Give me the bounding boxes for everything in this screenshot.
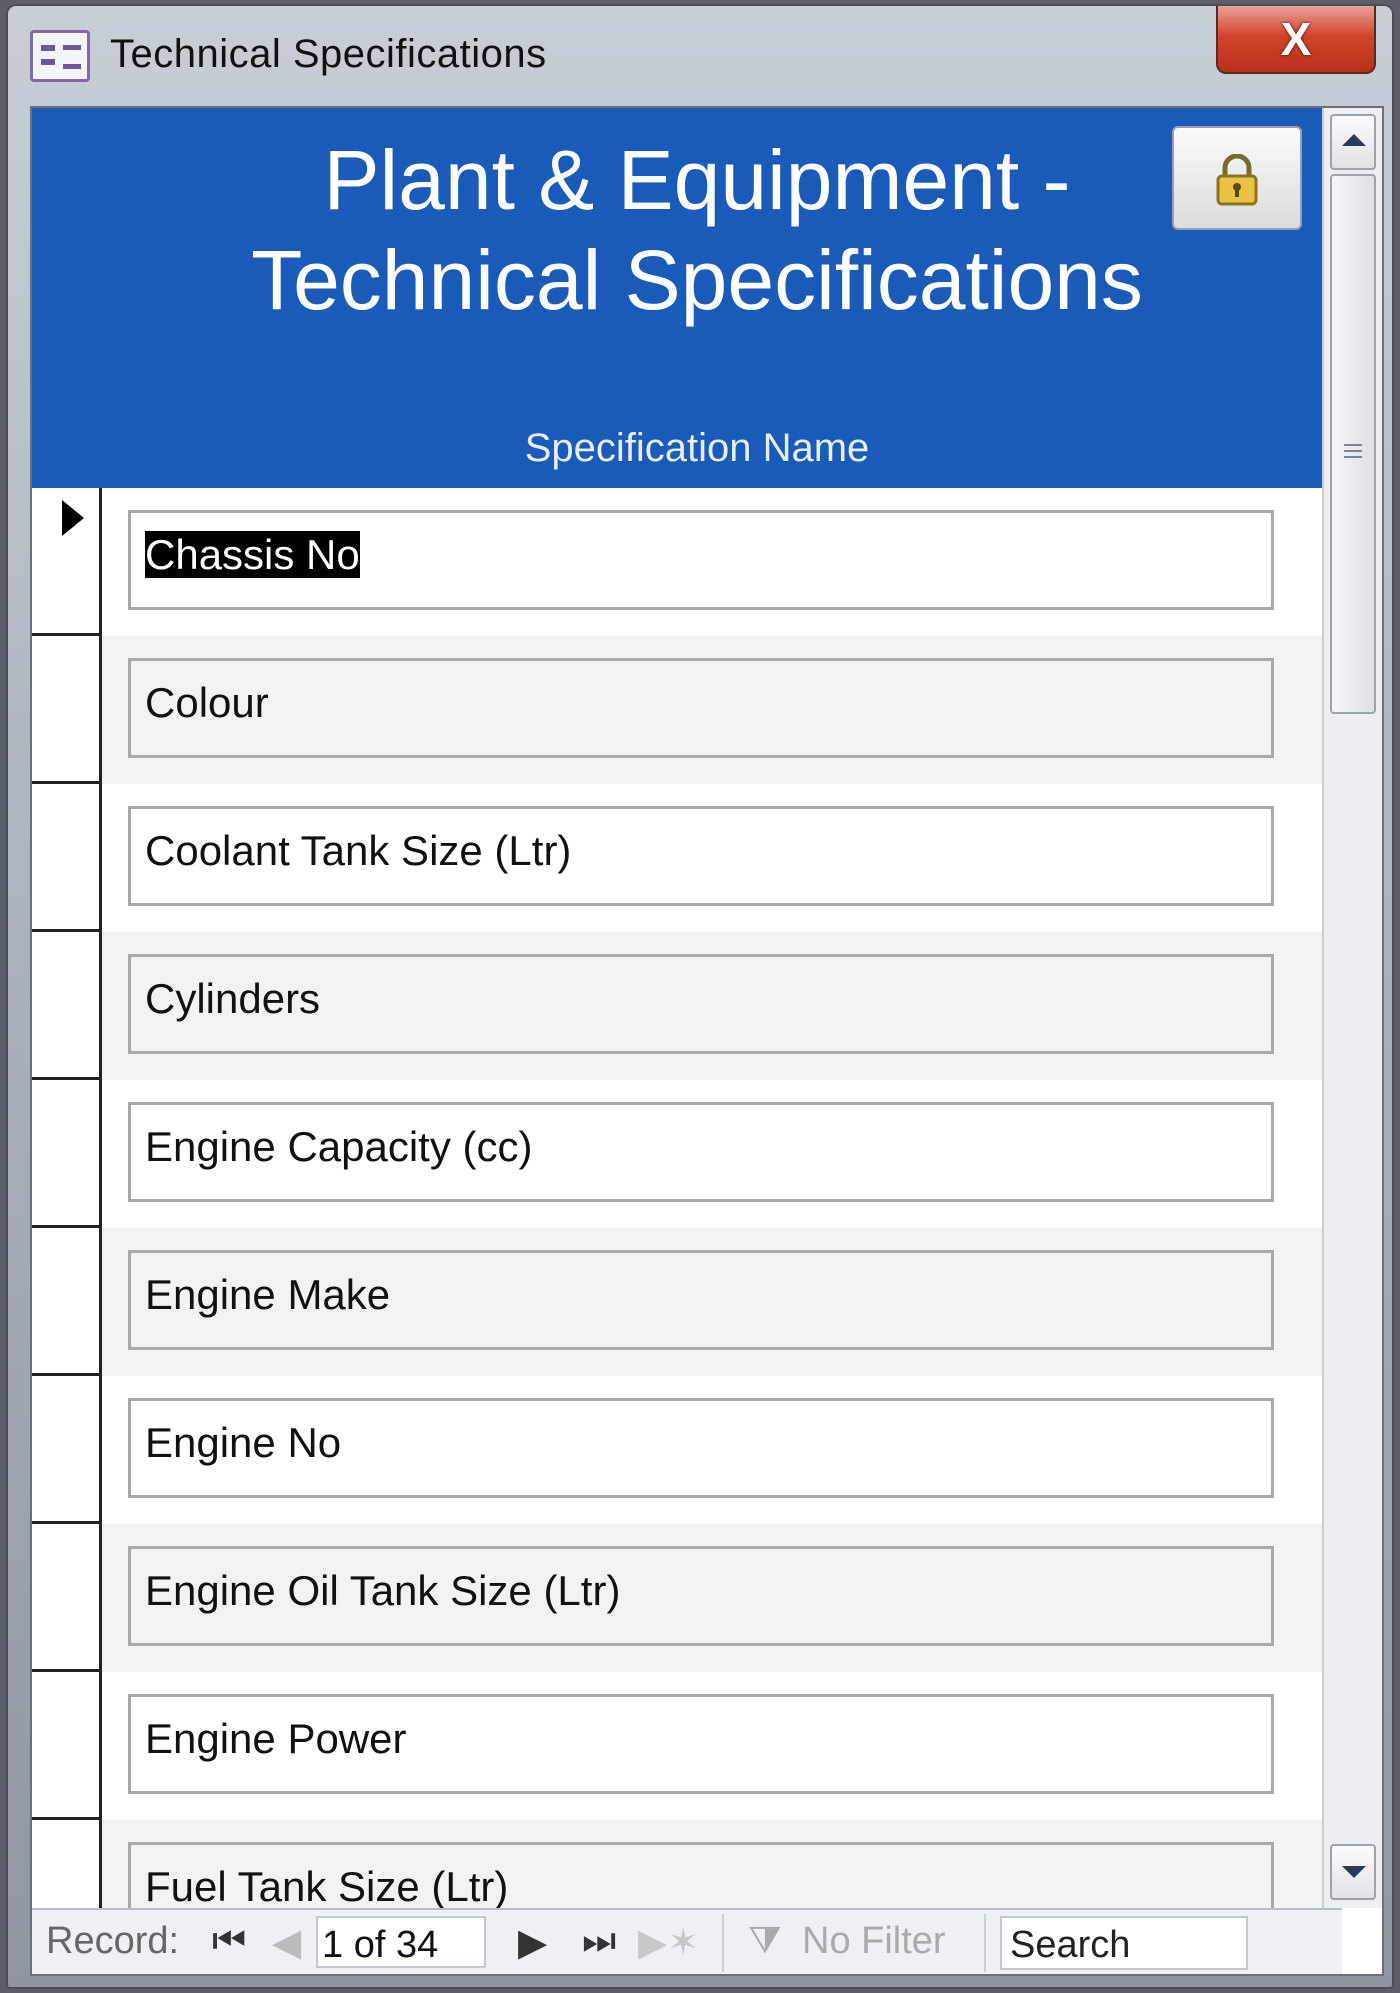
record-selector[interactable]	[32, 1228, 102, 1376]
record-row[interactable]: Engine No	[32, 1376, 1322, 1524]
record-selector[interactable]	[32, 1672, 102, 1820]
search-input[interactable]: Search	[1000, 1916, 1248, 1970]
vertical-scrollbar[interactable]	[1322, 108, 1382, 1908]
current-record-field[interactable]: 1 of 34	[316, 1916, 486, 1968]
record-selector[interactable]	[32, 1524, 102, 1672]
record-row[interactable]: Fuel Tank Size (Ltr)	[32, 1820, 1322, 1908]
record-row[interactable]: Engine Make	[32, 1228, 1322, 1376]
record-row[interactable]: Engine Oil Tank Size (Ltr)	[32, 1524, 1322, 1672]
specification-name-field[interactable]: Engine Power	[128, 1694, 1274, 1794]
record-selector[interactable]	[32, 932, 102, 1080]
specification-name-field[interactable]: Engine Make	[128, 1250, 1274, 1350]
record-row[interactable]: Coolant Tank Size (Ltr)	[32, 784, 1322, 932]
new-record-icon[interactable]: ▶✶	[638, 1920, 699, 1965]
lock-icon	[1216, 154, 1258, 206]
record-row[interactable]: Chassis No	[32, 488, 1322, 636]
specification-name-field[interactable]: Engine Oil Tank Size (Ltr)	[128, 1546, 1274, 1646]
filter-icon[interactable]: ⧩	[748, 1920, 782, 1963]
scroll-down-button[interactable]	[1330, 1844, 1376, 1900]
record-list: Chassis No Colour Coolant Tank Size (Ltr…	[32, 488, 1322, 1908]
next-record-icon[interactable]: ▶	[518, 1920, 547, 1965]
current-record-arrow-icon	[62, 500, 84, 536]
specification-name-field[interactable]: Engine Capacity (cc)	[128, 1102, 1274, 1202]
form-title: Plant & Equipment - Technical Specificat…	[251, 133, 1143, 327]
scroll-grip-icon	[1344, 444, 1362, 458]
record-row[interactable]: Cylinders	[32, 932, 1322, 1080]
app-window: Technical Specifications X Plant & Equip…	[6, 4, 1394, 1989]
record-selector[interactable]	[32, 1376, 102, 1524]
record-selector[interactable]	[32, 1820, 102, 1908]
title-bar: Technical Specifications X	[8, 6, 1392, 106]
no-filter-button[interactable]: No Filter	[802, 1920, 946, 1963]
specification-name-field[interactable]: Fuel Tank Size (Ltr)	[128, 1842, 1274, 1908]
specification-name-field[interactable]: Coolant Tank Size (Ltr)	[128, 806, 1274, 906]
record-selector[interactable]	[32, 636, 102, 784]
previous-record-icon[interactable]: ◀	[272, 1920, 301, 1965]
record-row[interactable]: Colour	[32, 636, 1322, 784]
first-record-icon[interactable]: ⏮	[212, 1920, 246, 1963]
record-navigation-bar: Record: ⏮ ◀ 1 of 34 ▶ ⏭ ▶✶ ⧩ No Filter S…	[32, 1908, 1342, 1974]
specification-name-field[interactable]: Engine No	[128, 1398, 1274, 1498]
nav-separator	[722, 1914, 724, 1972]
record-label: Record:	[46, 1920, 180, 1962]
window-title: Technical Specifications	[110, 32, 547, 76]
form-header: Plant & Equipment - Technical Specificat…	[32, 108, 1322, 488]
column-header-specification-name: Specification Name	[524, 426, 870, 470]
specification-name-field[interactable]: Chassis No	[128, 510, 1274, 610]
scroll-up-button[interactable]	[1330, 114, 1376, 170]
record-selector[interactable]	[32, 488, 102, 636]
record-row[interactable]: Engine Power	[32, 1672, 1322, 1820]
scroll-thumb[interactable]	[1330, 174, 1376, 714]
record-row[interactable]: Engine Capacity (cc)	[32, 1080, 1322, 1228]
nav-separator	[984, 1914, 986, 1972]
specification-name-field[interactable]: Colour	[128, 658, 1274, 758]
form-client-area: Plant & Equipment - Technical Specificat…	[30, 106, 1384, 1976]
last-record-icon[interactable]: ⏭	[582, 1920, 616, 1963]
specification-name-field[interactable]: Cylinders	[128, 954, 1274, 1054]
close-button[interactable]: X	[1216, 6, 1376, 74]
record-selector[interactable]	[32, 784, 102, 932]
record-selector[interactable]	[32, 1080, 102, 1228]
form-icon	[30, 30, 90, 82]
lock-button[interactable]	[1172, 126, 1302, 230]
